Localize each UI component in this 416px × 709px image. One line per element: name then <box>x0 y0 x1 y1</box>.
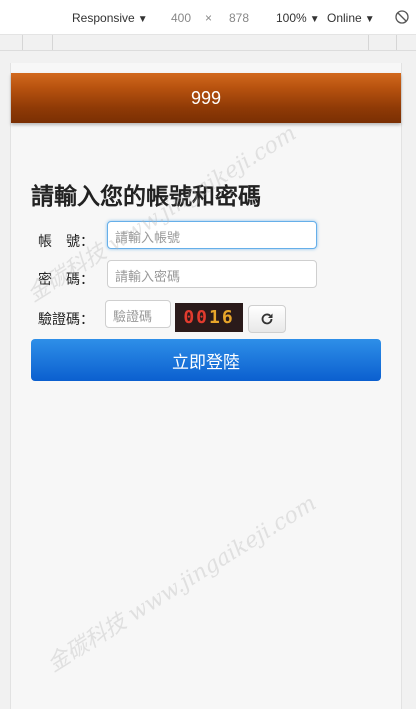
ruler-tick <box>22 35 23 50</box>
ruler-tick <box>52 35 53 50</box>
height-field[interactable]: 878 <box>229 11 249 25</box>
page-header: 999 <box>11 73 401 123</box>
width-field[interactable]: 400 <box>171 11 191 25</box>
account-label: 帳 號： <box>38 234 94 250</box>
refresh-captcha-button[interactable] <box>248 305 286 333</box>
zoom-select[interactable]: 100% ▼ <box>276 11 320 25</box>
password-label: 密 碼： <box>38 272 94 288</box>
chevron-down-icon: ▼ <box>137 14 148 25</box>
password-input[interactable]: 請輸入密碼 <box>107 260 317 288</box>
ruler-tick <box>396 35 397 50</box>
captcha-image[interactable]: 0016 <box>175 303 243 332</box>
captcha-text: 0016 <box>183 307 235 328</box>
zoom-label: 100% <box>276 11 307 25</box>
device-viewport: 999 請輸入您的帳號和密碼 帳 號： 請輸入帳號 密 碼： 請輸入密碼 驗證碼… <box>0 51 416 709</box>
times-separator: × <box>205 11 213 25</box>
page: 999 請輸入您的帳號和密碼 帳 號： 請輸入帳號 密 碼： 請輸入密碼 驗證碼… <box>10 63 402 709</box>
chevron-down-icon: ▼ <box>364 14 375 25</box>
rotate-icon[interactable] <box>395 10 409 24</box>
captcha-placeholder: 驗證碼 <box>113 310 153 325</box>
login-heading: 請輸入您的帳號和密碼 <box>31 184 261 210</box>
password-placeholder: 請輸入密碼 <box>115 270 181 285</box>
header-title: 999 <box>190 87 222 108</box>
media-query-ruler[interactable] <box>0 35 416 51</box>
login-button[interactable]: 立即登陸 <box>31 339 381 381</box>
device-select[interactable]: Responsive ▼ <box>72 11 148 25</box>
refresh-icon <box>261 313 273 325</box>
ruler-tick <box>368 35 369 50</box>
chevron-down-icon: ▼ <box>309 14 320 25</box>
device-label: Responsive <box>72 11 135 25</box>
captcha-input[interactable]: 驗證碼 <box>105 300 171 328</box>
network-label: Online <box>327 11 362 25</box>
account-placeholder: 請輸入帳號 <box>115 231 181 246</box>
account-input[interactable]: 請輸入帳號 <box>107 221 317 249</box>
login-button-label: 立即登陸 <box>172 352 240 373</box>
captcha-label: 驗證碼： <box>38 312 94 328</box>
network-select[interactable]: Online ▼ <box>327 11 375 25</box>
device-toolbar: Responsive ▼ 400 × 878 100% ▼ Online ▼ <box>0 0 416 35</box>
